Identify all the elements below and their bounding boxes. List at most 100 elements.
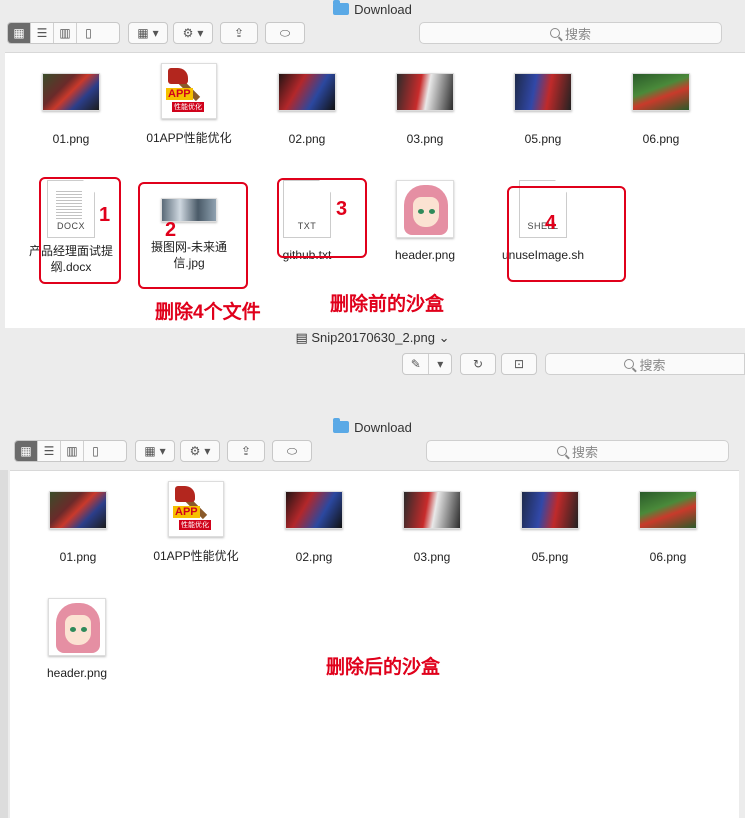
bottom-window-title-text: Download	[354, 419, 412, 435]
top-toolbar: ▦ ☰ ▥ ▯ ▦ ▾ ⚙ ▾ ⇪ ⬭ 搜索	[0, 20, 745, 50]
tag-button[interactable]: ⬭	[272, 440, 312, 462]
file-name: 03.png	[413, 550, 451, 564]
annotation-delete-files: 删除4个文件	[155, 302, 261, 323]
app-badge: APP	[166, 88, 193, 100]
list-view-button[interactable]: ☰	[31, 23, 54, 43]
avatar-thumbnail	[48, 598, 106, 656]
file-name: 06.png	[642, 132, 680, 146]
image-thumbnail	[278, 73, 336, 111]
file-name: header.png	[394, 248, 456, 262]
file-item[interactable]: 02.png	[259, 491, 369, 565]
marker-4: 4	[545, 212, 557, 234]
view-mode-group: ▦ ☰ ▥ ▯	[14, 440, 127, 462]
image-thumbnail	[639, 491, 697, 529]
folder-icon	[333, 418, 350, 433]
file-name: 03.png	[406, 132, 444, 146]
file-name: 02.png	[295, 550, 333, 564]
image-thumbnail	[632, 73, 690, 111]
preview-toolbar: ✎ ▾ ↻ ⊡ 搜索	[0, 350, 745, 380]
bottom-window-title: Download	[0, 418, 745, 436]
search-icon	[624, 359, 635, 369]
image-file-icon: ▤	[295, 330, 308, 345]
highlight-box-2	[138, 182, 248, 289]
bottom-toolbar: ▦ ☰ ▥ ▯ ▦ ▾ ⚙ ▾ ⇪ ⬭ 搜索	[0, 438, 745, 468]
image-thumbnail	[396, 73, 454, 111]
grid-icon: ▦	[144, 444, 156, 458]
marker-1: 1	[99, 204, 111, 226]
rotate-icon: ↻	[472, 357, 484, 371]
search-field[interactable]: 搜索	[426, 440, 729, 462]
preview-search-field[interactable]: 搜索	[545, 353, 745, 375]
image-thumbnail	[42, 73, 100, 111]
column-view-button[interactable]: ▥	[61, 441, 84, 461]
cover-flow-button[interactable]: ▯	[84, 441, 107, 461]
file-item[interactable]: 02.png	[252, 73, 362, 147]
search-icon	[556, 446, 567, 456]
file-item[interactable]: 06.png	[613, 491, 723, 565]
tag-icon: ⬭	[286, 443, 298, 458]
file-item[interactable]: APP 性能优化 01APP性能优化	[134, 63, 244, 146]
arrange-button[interactable]: ▦ ▾	[135, 440, 175, 462]
highlight-box-1	[39, 177, 121, 284]
image-thumbnail	[521, 491, 579, 529]
file-item[interactable]: header.png	[22, 598, 132, 681]
file-name: header.png	[46, 666, 108, 680]
file-name: 05.png	[531, 550, 569, 564]
markup-dropdown[interactable]: ▾	[429, 354, 451, 374]
column-view-button[interactable]: ▥	[54, 23, 77, 43]
avatar-thumbnail	[396, 180, 454, 238]
preview-window-title: ▤ Snip20170630_2.png ⌄	[0, 330, 745, 346]
image-thumbnail	[514, 73, 572, 111]
share-button[interactable]: ⇪	[227, 440, 265, 462]
image-thumbnail	[285, 491, 343, 529]
file-item[interactable]: 05.png	[488, 73, 598, 147]
chevron-down-icon: ▾	[159, 444, 166, 458]
file-item[interactable]: APP 性能优化 01APP性能优化	[141, 481, 251, 564]
top-window-title-text: Download	[354, 1, 412, 17]
markup-group: ✎ ▾	[402, 353, 452, 375]
marker-3: 3	[336, 198, 348, 220]
file-name: 01APP性能优化	[146, 131, 232, 145]
rotate-button[interactable]: ↻	[460, 353, 496, 375]
file-name: 01.png	[59, 550, 97, 564]
toolbox-button[interactable]: ⊡	[501, 353, 537, 375]
view-mode-group: ▦ ☰ ▥ ▯	[7, 22, 120, 44]
folder-icon	[333, 0, 350, 15]
chevron-down-icon: ▾	[204, 444, 211, 458]
file-item[interactable]: header.png	[370, 180, 480, 263]
file-item[interactable]: 01.png	[16, 73, 126, 147]
markup-pen-button[interactable]: ✎	[403, 354, 430, 374]
tag-icon: ⬭	[279, 25, 291, 40]
file-item[interactable]: 03.png	[370, 73, 480, 147]
share-button[interactable]: ⇪	[220, 22, 258, 44]
image-thumbnail	[403, 491, 461, 529]
icon-view-button[interactable]: ▦	[15, 441, 38, 461]
file-item[interactable]: 03.png	[377, 491, 487, 565]
file-name: 01.png	[52, 132, 90, 146]
preview-title-text: Snip20170630_2.png	[311, 330, 435, 345]
chevron-down-icon: ▾	[197, 26, 204, 40]
file-name: 01APP性能优化	[153, 549, 239, 563]
file-item[interactable]: 01.png	[23, 491, 133, 565]
search-placeholder: 搜索	[564, 26, 591, 42]
action-button[interactable]: ⚙ ▾	[173, 22, 213, 44]
arrange-button[interactable]: ▦ ▾	[128, 22, 168, 44]
bottom-file-area: 01.png APP 性能优化 01APP性能优化 02.png 03.png …	[10, 470, 739, 818]
app-badge: APP	[173, 506, 200, 518]
share-icon: ⇪	[240, 444, 252, 458]
image-thumbnail	[49, 491, 107, 529]
list-view-button[interactable]: ☰	[38, 441, 61, 461]
action-button[interactable]: ⚙ ▾	[180, 440, 220, 462]
search-placeholder: 搜索	[571, 444, 598, 460]
vertical-scrollbar[interactable]	[0, 470, 8, 818]
icon-view-button[interactable]: ▦	[8, 23, 31, 43]
file-item[interactable]: 06.png	[606, 73, 716, 147]
app-badge-sub: 性能优化	[179, 520, 211, 530]
search-field[interactable]: 搜索	[419, 22, 722, 44]
cover-flow-button[interactable]: ▯	[77, 23, 100, 43]
file-name: 02.png	[288, 132, 326, 146]
tag-button[interactable]: ⬭	[265, 22, 305, 44]
app-axe-icon: APP 性能优化	[161, 63, 217, 119]
file-item[interactable]: 05.png	[495, 491, 605, 565]
search-icon	[549, 28, 560, 38]
